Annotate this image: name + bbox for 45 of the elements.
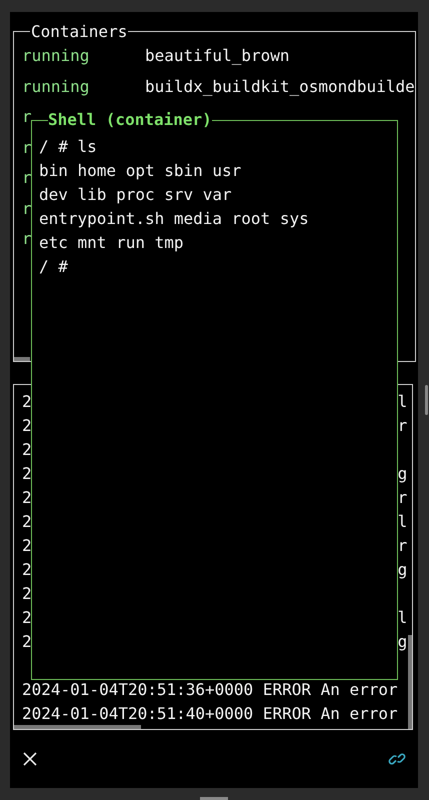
- panel-title: Containers: [30, 23, 128, 41]
- log-line: 2: [22, 439, 32, 461]
- container-name[interactable]: buildx_buildkit_osmondbuilde: [145, 72, 415, 102]
- scrollbar-thumb[interactable]: [425, 385, 428, 415]
- terminal-line: entrypoint.sh media root sys: [39, 208, 310, 230]
- log-line: 2: [22, 631, 32, 653]
- container-status: running: [22, 76, 90, 98]
- log-line: r: [398, 535, 408, 557]
- log-line: 2: [22, 487, 32, 509]
- log-line: l: [398, 391, 408, 413]
- log-line: 2024-01-04T20:51:40+0000 ERROR An error: [22, 703, 398, 725]
- log-line: 2: [22, 415, 32, 437]
- log-line: 2024-01-04T20:51:36+0000 ERROR An error: [22, 679, 398, 701]
- log-line: 2: [22, 559, 32, 581]
- terminal-line: bin home opt sbin usr: [39, 160, 242, 182]
- terminal-line: dev lib proc srv var: [39, 184, 233, 206]
- log-line: 2: [22, 607, 32, 629]
- scrollbar-thumb[interactable]: [14, 725, 141, 729]
- log-line: 2: [22, 511, 32, 533]
- log-line: 2: [22, 463, 32, 485]
- terminal-line: / # ls: [39, 136, 98, 158]
- close-icon[interactable]: [22, 751, 38, 767]
- log-line: g: [398, 631, 408, 653]
- scrollbar-thumb[interactable]: [408, 635, 412, 729]
- container-name[interactable]: beautiful_brown: [145, 41, 290, 72]
- log-line: g: [398, 463, 408, 485]
- home-indicator[interactable]: [200, 797, 228, 800]
- log-line: 2: [22, 391, 32, 413]
- log-line: l: [398, 607, 408, 629]
- log-line: 2: [22, 583, 32, 605]
- log-line: r: [398, 487, 408, 509]
- window-title: Shell (container): [48, 110, 212, 130]
- container-status: r: [22, 228, 32, 250]
- scrollbar-thumb[interactable]: [14, 357, 30, 361]
- container-status: running: [22, 45, 90, 67]
- container-status: r: [22, 167, 32, 189]
- log-line: g: [398, 559, 408, 581]
- terminal-line: etc mnt run tmp: [39, 232, 184, 254]
- log-line: 2: [22, 535, 32, 557]
- log-line: r: [398, 415, 408, 437]
- log-line: l: [398, 511, 408, 533]
- terminal-line: / #: [39, 256, 69, 278]
- container-status: r: [22, 136, 32, 158]
- container-status: r: [22, 106, 32, 128]
- container-status: r: [22, 198, 32, 220]
